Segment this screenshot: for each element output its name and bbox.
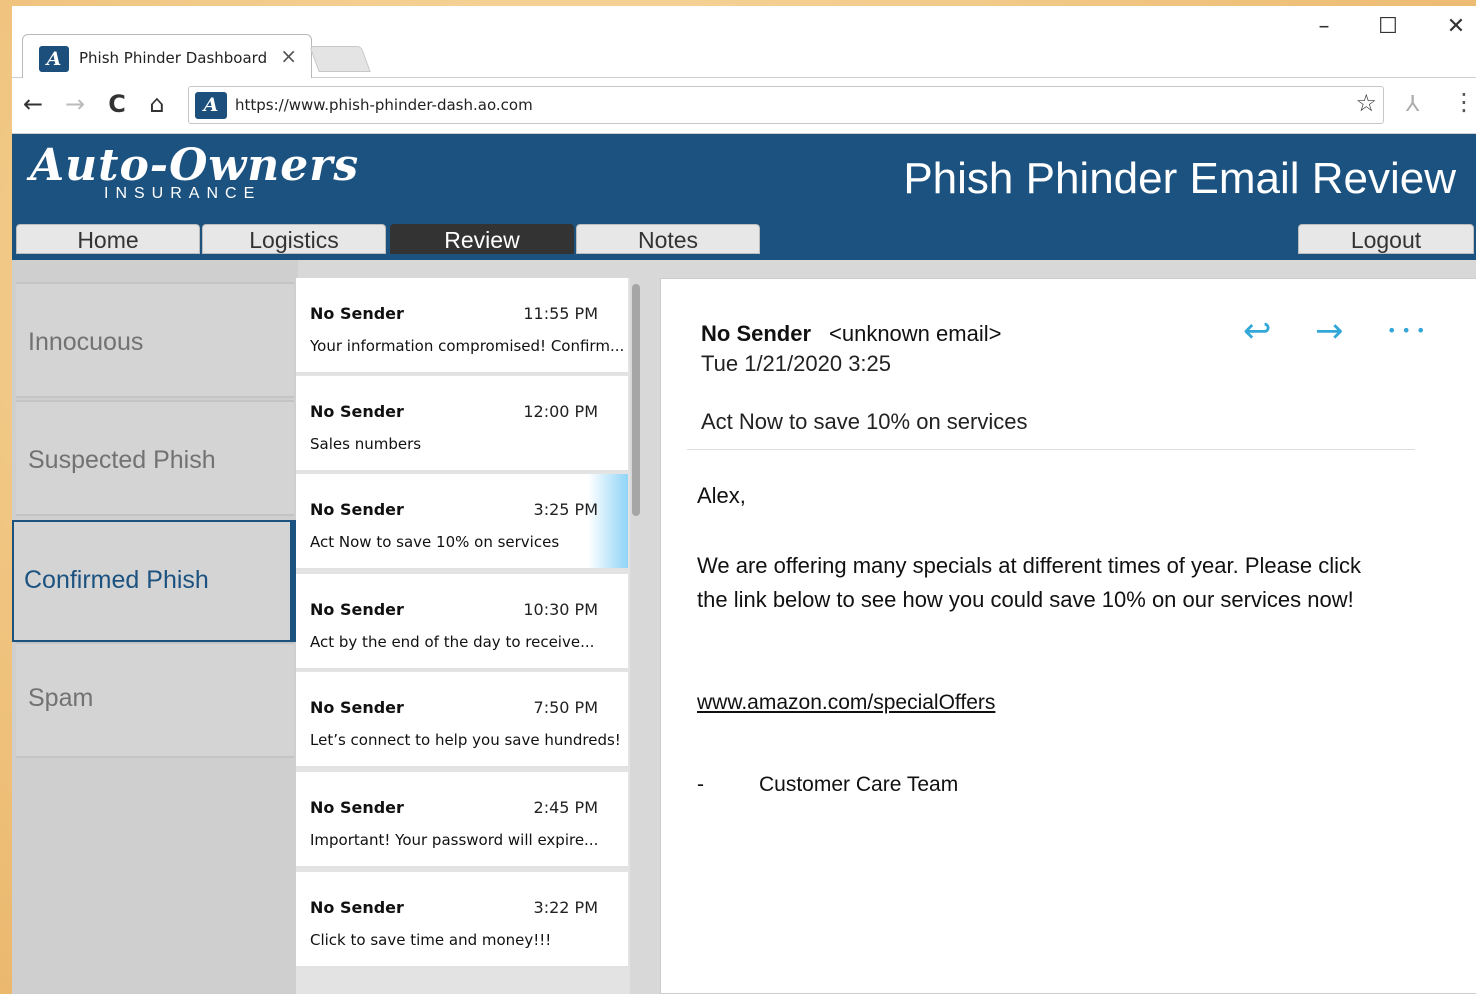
category-innocuous[interactable]: Innocuous bbox=[16, 282, 294, 398]
maximize-icon[interactable]: ☐ bbox=[1368, 14, 1408, 39]
email-time: 7:50 PM bbox=[533, 698, 598, 717]
email-sender: No Sender bbox=[310, 798, 404, 817]
minimize-icon[interactable]: – bbox=[1304, 14, 1344, 39]
tab-title: Phish Phinder Dashboard bbox=[79, 49, 268, 67]
divider bbox=[687, 449, 1415, 450]
email-subject: Act Now to save 10% on services bbox=[310, 533, 560, 551]
page-title: Phish Phinder Email Review bbox=[903, 154, 1456, 203]
email-time: 11:55 PM bbox=[523, 304, 598, 323]
email-list-item[interactable]: No Sender 10:30 PM Act by the end of the… bbox=[296, 574, 628, 670]
email-subject: Important! Your password will expire... bbox=[310, 831, 599, 849]
home-icon[interactable]: ⌂ bbox=[140, 90, 174, 118]
email-list-scrollbar[interactable] bbox=[632, 284, 640, 994]
nav-tab-notes[interactable]: Notes bbox=[576, 224, 760, 254]
logo-wordmark: Auto-Owners bbox=[30, 140, 360, 191]
browser-window: A Phish Phinder Dashboard × – ☐ ✕ ← → C … bbox=[12, 6, 1476, 994]
email-subject: Your information compromised! Confirm... bbox=[310, 337, 625, 355]
email-link[interactable]: www.amazon.com/specialOffers bbox=[697, 691, 995, 715]
email-sender: No Sender bbox=[310, 500, 404, 519]
email-subject: Let’s connect to help you save hundreds! bbox=[310, 731, 621, 749]
category-label: Spam bbox=[28, 684, 94, 712]
email-body: We are offering many specials at differe… bbox=[697, 553, 1361, 612]
scrollbar-thumb[interactable] bbox=[632, 284, 640, 516]
category-confirmed-phish[interactable]: Confirmed Phish bbox=[12, 520, 298, 642]
category-sidebar: Innocuous Suspected Phish Confirmed Phis… bbox=[12, 260, 298, 994]
browser-tab[interactable]: A Phish Phinder Dashboard × bbox=[22, 34, 312, 78]
close-window-icon[interactable]: ✕ bbox=[1436, 14, 1476, 39]
tab-close-icon[interactable]: × bbox=[280, 44, 297, 68]
category-label: Confirmed Phish bbox=[24, 566, 209, 594]
url-field[interactable]: A https://www.phish-phinder-dash.ao.com … bbox=[188, 86, 1384, 124]
email-time: 10:30 PM bbox=[523, 600, 598, 619]
category-label: Innocuous bbox=[28, 328, 144, 356]
reading-subject: Act Now to save 10% on services bbox=[701, 409, 1028, 434]
bookmark-star-icon[interactable]: ☆ bbox=[1355, 89, 1377, 117]
category-suspected-phish[interactable]: Suspected Phish bbox=[16, 400, 294, 516]
nav-tab-logistics[interactable]: Logistics bbox=[202, 224, 386, 254]
email-time: 3:25 PM bbox=[533, 500, 598, 519]
email-list-item[interactable]: No Sender 3:22 PM Click to save time and… bbox=[296, 872, 628, 968]
email-subject: Sales numbers bbox=[310, 435, 422, 453]
reading-sender-email: <unknown email> bbox=[829, 321, 1002, 346]
back-arrow-icon[interactable]: ← bbox=[16, 90, 50, 118]
email-time: 2:45 PM bbox=[533, 798, 598, 817]
email-subject: Click to save time and money!!! bbox=[310, 931, 552, 949]
more-options-icon[interactable]: • • • bbox=[1387, 321, 1425, 340]
site-favicon-icon: A bbox=[195, 92, 227, 119]
extension-icon[interactable]: ⅄ bbox=[1406, 92, 1419, 117]
nav-tab-review[interactable]: Review bbox=[390, 224, 574, 254]
nav-tab-home[interactable]: Home bbox=[16, 224, 200, 254]
browser-menu-icon[interactable]: ⋮ bbox=[1452, 88, 1476, 116]
email-signature: Customer Care Team bbox=[759, 773, 959, 796]
email-time: 3:22 PM bbox=[533, 898, 598, 917]
signature-dash: - bbox=[697, 773, 704, 796]
email-list-item[interactable]: No Sender 7:50 PM Let’s connect to help … bbox=[296, 672, 628, 768]
email-time: 12:00 PM bbox=[523, 402, 598, 421]
email-list-item-selected[interactable]: No Sender 3:25 PM Act Now to save 10% on… bbox=[296, 474, 628, 570]
email-sender: No Sender bbox=[310, 304, 404, 323]
tab-bar: A Phish Phinder Dashboard × – ☐ ✕ bbox=[12, 6, 1476, 78]
new-tab-button[interactable] bbox=[309, 46, 371, 72]
email-sender: No Sender bbox=[310, 600, 404, 619]
address-toolbar: ← → C ⌂ A https://www.phish-phinder-dash… bbox=[12, 78, 1476, 134]
forward-icon[interactable]: → bbox=[1315, 311, 1344, 351]
logout-button[interactable]: Logout bbox=[1298, 224, 1474, 254]
reading-sender: No Sender bbox=[701, 321, 812, 346]
email-list-item[interactable]: No Sender 12:00 PM Sales numbers bbox=[296, 376, 628, 472]
reading-pane: No Sender <unknown email> Tue 1/21/2020 … bbox=[660, 278, 1476, 994]
main-content: Innocuous Suspected Phish Confirmed Phis… bbox=[12, 260, 1476, 994]
email-sender: No Sender bbox=[310, 698, 404, 717]
reply-icon[interactable]: ↩ bbox=[1243, 311, 1272, 351]
email-list: No Sender 11:55 PM Your information comp… bbox=[296, 278, 630, 994]
email-subject: Act by the end of the day to receive... bbox=[310, 633, 595, 651]
url-text: https://www.phish-phinder-dash.ao.com bbox=[235, 96, 533, 114]
email-sender: No Sender bbox=[310, 898, 404, 917]
email-sender: No Sender bbox=[310, 402, 404, 421]
site-favicon-icon: A bbox=[39, 46, 69, 72]
app-header: Auto-Owners INSURANCE Phish Phinder Emai… bbox=[12, 134, 1476, 260]
reading-date: Tue 1/21/2020 3:25 bbox=[701, 351, 892, 376]
forward-arrow-icon[interactable]: → bbox=[58, 90, 92, 118]
email-greeting: Alex, bbox=[697, 483, 746, 508]
category-label: Suspected Phish bbox=[28, 446, 216, 474]
reload-icon[interactable]: C bbox=[100, 90, 134, 118]
category-spam[interactable]: Spam bbox=[16, 642, 294, 758]
email-list-item[interactable]: No Sender 11:55 PM Your information comp… bbox=[296, 278, 628, 374]
company-logo: Auto-Owners INSURANCE bbox=[30, 140, 359, 203]
email-list-item[interactable]: No Sender 2:45 PM Important! Your passwo… bbox=[296, 772, 628, 868]
